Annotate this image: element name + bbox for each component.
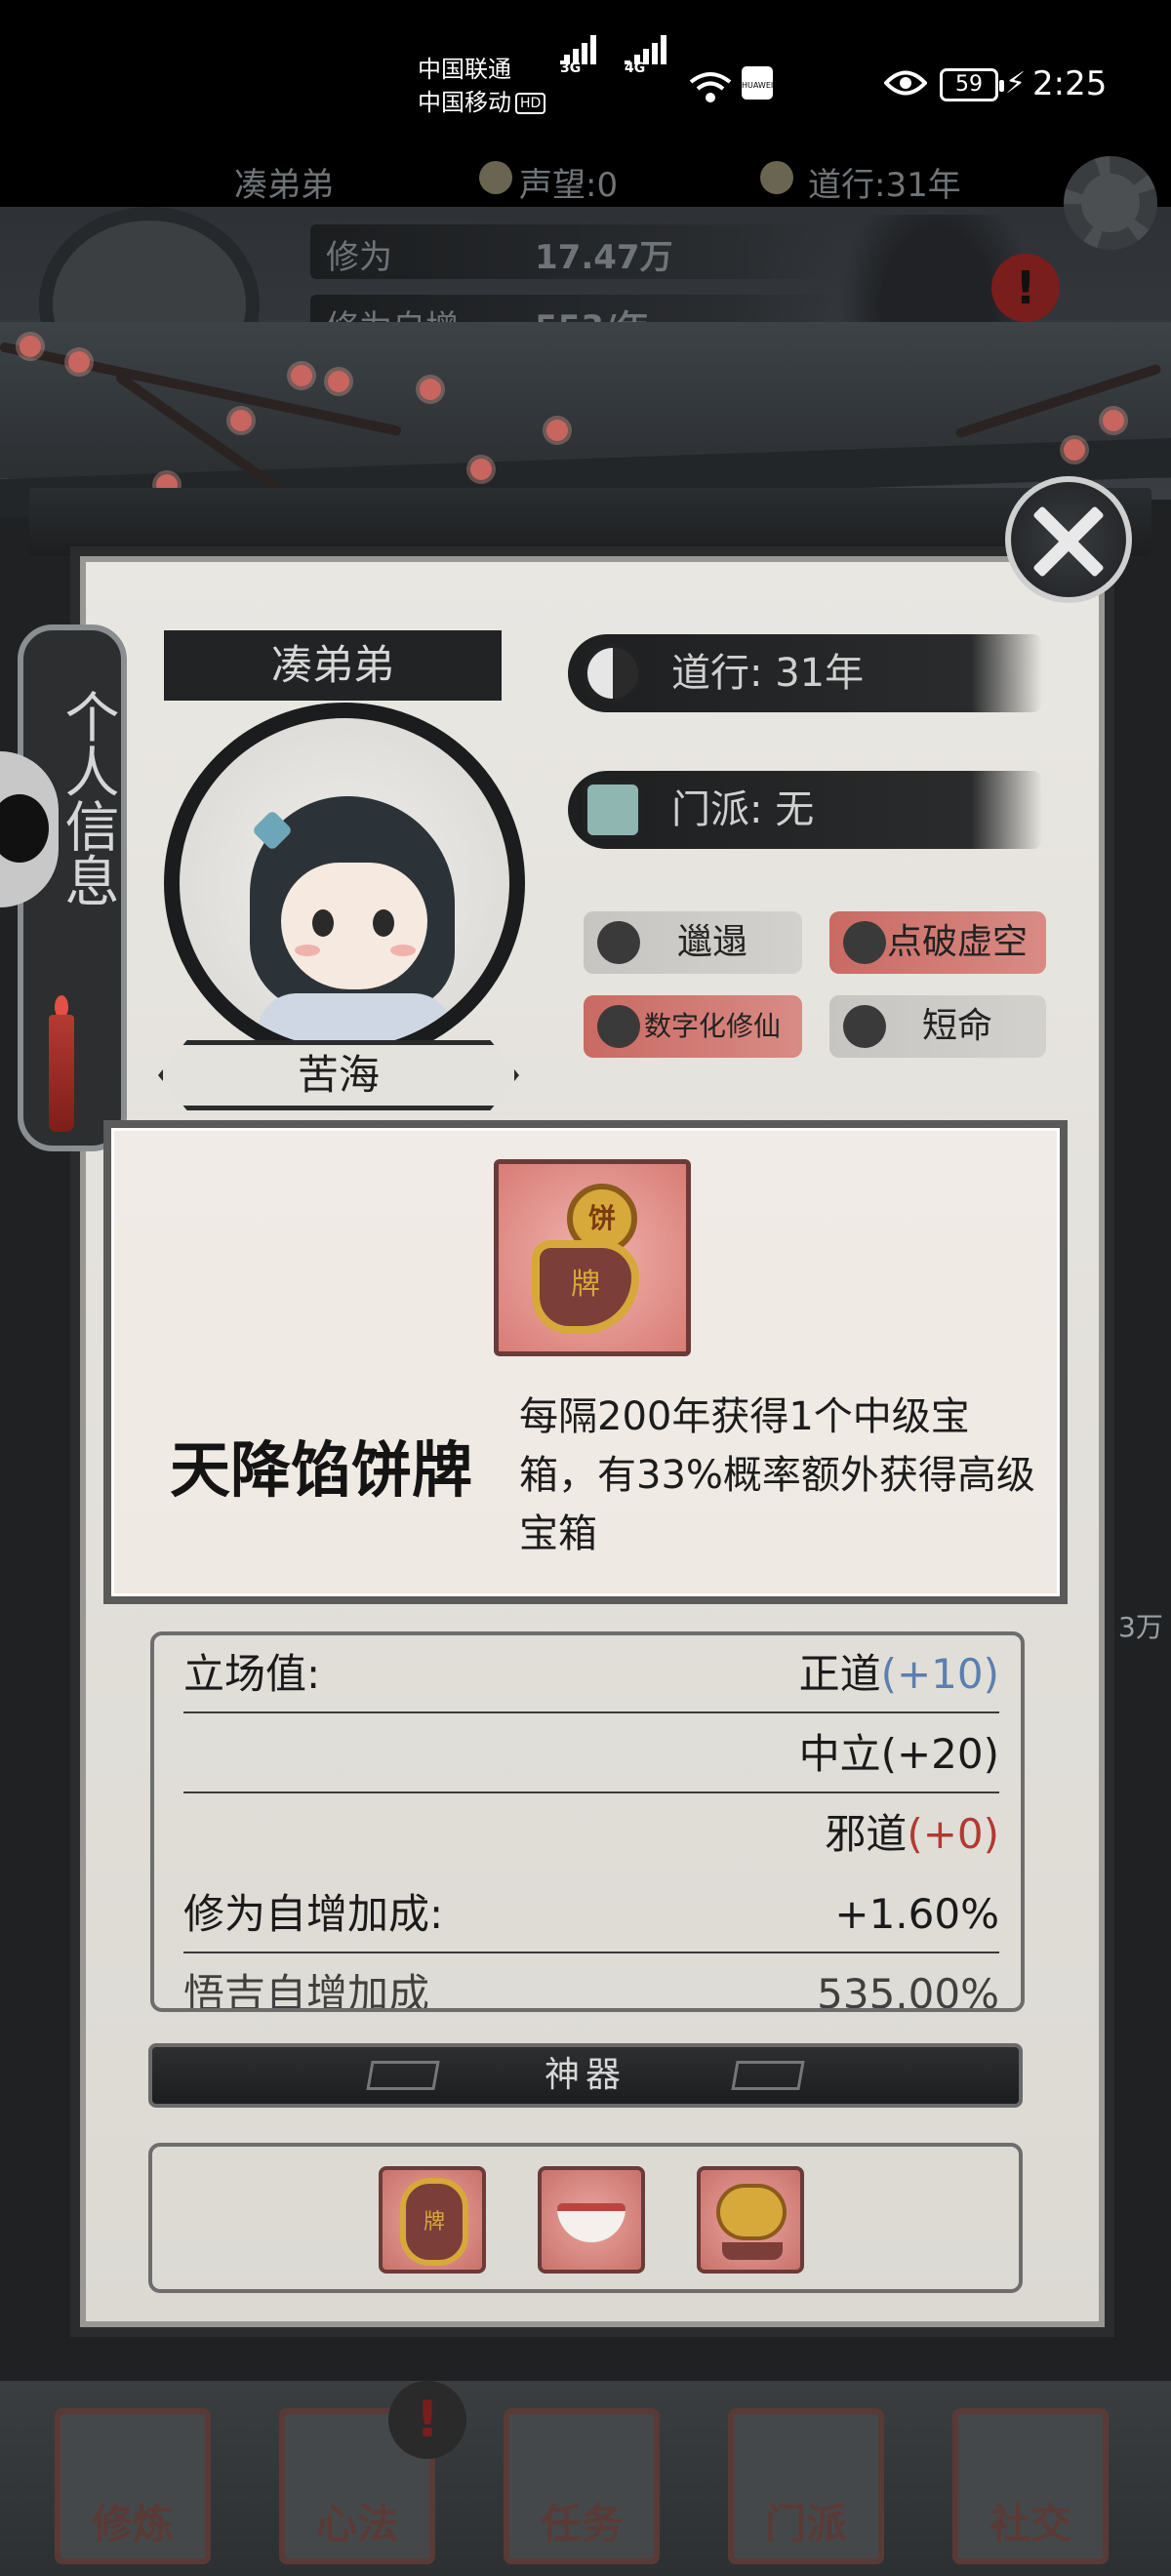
clock: 2:25 <box>1032 64 1108 103</box>
stats-panel[interactable]: 立场值: 正道(+10) 中立(+20) 邪道(+0) 修为自增加成: +1.6… <box>150 1631 1025 2012</box>
daoxing-text: 道行: 31年 <box>671 651 865 696</box>
bg-daoxing: 道行:31年 <box>808 166 961 205</box>
stat-value: +1.60% <box>834 1890 999 1938</box>
huawei-share-icon: HUAWEI <box>742 66 773 100</box>
stance-evil: 邪道 <box>825 1810 908 1858</box>
stat-value: 正道(+10) <box>799 1635 999 1713</box>
yinyang-icon <box>584 644 642 703</box>
sect-gate-icon <box>584 781 642 839</box>
bowl-shape <box>557 2203 626 2242</box>
carrier-1: 中国联通 <box>418 56 511 83</box>
hd-badge: HD <box>515 93 546 114</box>
blossom <box>1064 439 1085 461</box>
battery-icon: 59 <box>940 68 1004 101</box>
avatar-cheek <box>390 945 416 956</box>
daoxing-bar: 道行: 31年 <box>568 634 1042 712</box>
stat-row: 修为自增加成: +1.60% <box>183 1875 999 1953</box>
nav-label: 社交 <box>989 2500 1071 2548</box>
trait-tag-sloppy[interactable]: 邋遢 <box>584 911 802 974</box>
pancake-medal-icon[interactable]: 牌 <box>379 2166 486 2274</box>
artifacts-title: 神器 <box>544 2055 626 2095</box>
avatar-eye <box>312 909 334 937</box>
bowl-icon[interactable] <box>538 2166 645 2274</box>
bonsai-tree <box>720 2188 783 2236</box>
alert-icon[interactable]: ! <box>991 254 1060 322</box>
artifact-detail-card: 饼 牌 天降馅饼牌 每隔200年获得1个中级宝箱，有33%概率额外获得高级宝箱 <box>103 1120 1068 1604</box>
player-avatar[interactable] <box>164 703 525 1064</box>
stat-row-partial: 悟吉自增加成 535.00% <box>183 1955 999 2012</box>
close-button[interactable] <box>1005 476 1132 603</box>
medal-body: 牌 <box>532 1240 639 1334</box>
blossom <box>1103 410 1124 431</box>
artifact-description: 每隔200年获得1个中级宝箱，有33%概率额外获得高级宝箱 <box>519 1394 1035 1556</box>
charging-icon: ⚡ <box>1005 66 1027 101</box>
nav-label: 门派 <box>764 2500 847 2548</box>
blossom <box>230 410 252 431</box>
nav-tasks[interactable]: 任务 <box>504 2408 660 2564</box>
blossom <box>328 371 349 392</box>
trait-label: 点破虚空 <box>886 922 1028 962</box>
bonsai-pot <box>722 2242 783 2260</box>
wifi-icon <box>689 72 732 102</box>
trait-tag-digital-cultivation[interactable]: 数字化修仙 <box>584 995 802 1058</box>
eye-comfort-icon <box>884 70 927 96</box>
bg-reputation: 声望:0 <box>519 166 619 205</box>
blossom <box>291 365 312 386</box>
artifact-slots: 牌 <box>148 2143 1023 2293</box>
stat-value: 邪道(+0) <box>825 1795 999 1873</box>
nav-social[interactable]: 社交 <box>952 2408 1109 2564</box>
stance-bonus: (+10) <box>880 1650 999 1698</box>
blossom <box>420 379 441 400</box>
carrier-info: 中国联通 中国移动 HD <box>418 53 546 119</box>
sect-text: 门派: 无 <box>671 787 815 832</box>
carrier-2: 中国移动 <box>418 89 511 116</box>
trait-label: 邋遢 <box>676 922 747 962</box>
yinyang-icon <box>757 158 806 197</box>
artifacts-section-header: 神器 <box>148 2043 1023 2108</box>
golden-bonsai-icon[interactable] <box>697 2166 804 2274</box>
trait-tag-break-void[interactable]: 点破虚空 <box>829 911 1046 974</box>
stat-label: 立场值: <box>183 1650 321 1698</box>
nav-label: 心法 <box>315 2500 398 2548</box>
stat-row: 邪道(+0) <box>183 1795 999 1873</box>
ornament-right <box>731 2061 805 2090</box>
avatar-face <box>281 863 427 989</box>
nav-sect[interactable]: 门派 <box>728 2408 884 2564</box>
sect-bar: 门派: 无 <box>568 771 1042 849</box>
bg-cultivation-label: 修为 <box>326 238 392 277</box>
stance-neutral: 中立(+20) <box>798 1730 999 1778</box>
trait-tag-short-life[interactable]: 短命 <box>829 995 1046 1058</box>
avatar-eye <box>373 909 394 937</box>
stance-righteous: 正道 <box>798 1650 881 1698</box>
stat-row: 立场值: 正道(+10) <box>183 1635 999 1713</box>
nav-label: 修炼 <box>91 2500 174 2548</box>
stat-label: 修为自增加成: <box>183 1890 444 1938</box>
bg-side-value: 3万 <box>1118 1611 1163 1643</box>
blossom <box>546 420 568 441</box>
pancake-medal-icon: 饼 牌 <box>494 1159 691 1356</box>
settings-gear-icon[interactable] <box>1064 156 1157 250</box>
nav-cultivate[interactable]: 修炼 <box>55 2408 211 2564</box>
slot-medal: 牌 <box>400 2178 468 2266</box>
stat-value: 535.00% <box>817 1970 999 2012</box>
nav-label: 任务 <box>540 2500 623 2548</box>
stat-row: 中立(+20) <box>183 1715 999 1793</box>
stat-label: 悟吉自增加成 <box>183 1970 430 2012</box>
nav-alert-icon: ! <box>388 2381 466 2459</box>
reputation-icon <box>476 158 525 197</box>
tassel <box>49 1015 74 1132</box>
ornament-left <box>366 2061 440 2090</box>
blossom <box>20 336 41 357</box>
realm-plate: 苦海 <box>158 1040 519 1110</box>
avatar-cheek <box>295 945 320 956</box>
blossom <box>470 459 492 480</box>
trait-label: 数字化修仙 <box>643 1010 781 1042</box>
bg-player-name: 凑弟弟 <box>234 166 334 205</box>
trait-label: 短命 <box>921 1006 992 1046</box>
stance-bonus: (+0) <box>907 1810 999 1858</box>
player-name: 凑弟弟 <box>164 630 502 701</box>
bg-cultivation-value: 17.47万 <box>535 238 673 277</box>
blossom <box>68 351 90 373</box>
